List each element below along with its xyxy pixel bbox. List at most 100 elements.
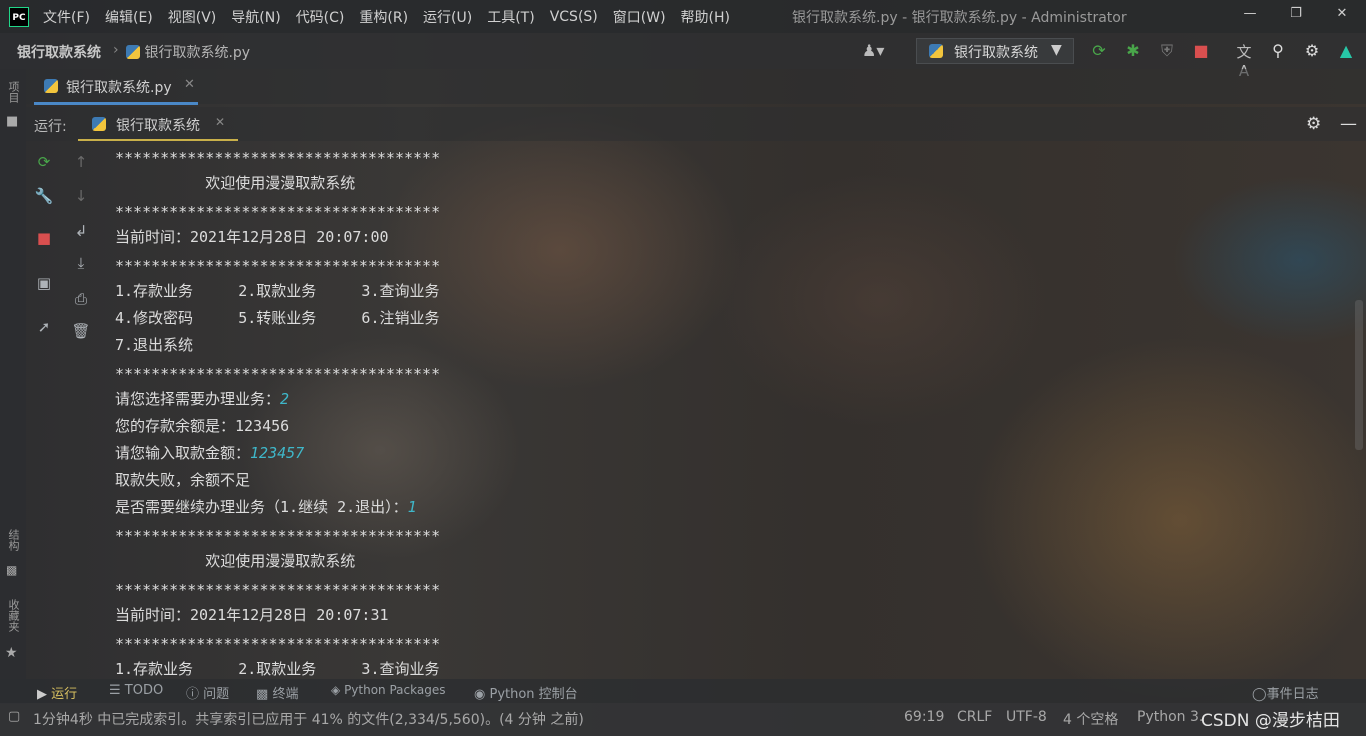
close-window-button[interactable]: ✕ bbox=[1319, 6, 1365, 21]
print-icon[interactable]: ⎙ bbox=[70, 288, 92, 310]
console-line: 欢迎使用漫漫取款系统 bbox=[115, 552, 356, 570]
chevron-down-icon: ▼ bbox=[1051, 42, 1062, 58]
console-output[interactable]: ************************************ 欢迎使… bbox=[115, 147, 1015, 677]
run-tab-label: 银行取款系统 bbox=[116, 118, 200, 134]
console-line: 是否需要继续办理业务（1.继续 2.退出）：1 bbox=[115, 496, 417, 518]
menu-refactor[interactable]: 重构(R) bbox=[359, 7, 408, 27]
menu-file[interactable]: 文件(F) bbox=[43, 7, 90, 27]
coverage-icon[interactable]: ⛨ bbox=[1156, 41, 1178, 61]
terminal-icon: ▩ bbox=[256, 687, 269, 702]
user-input: 123457 bbox=[250, 444, 305, 462]
run-settings-gear-icon[interactable]: ⚙ bbox=[1306, 114, 1321, 134]
status-position[interactable]: 69:19 bbox=[904, 709, 944, 725]
tool-window-run-label: 运行 bbox=[51, 687, 78, 702]
run-configuration-select[interactable]: 银行取款系统 ▼ bbox=[916, 38, 1074, 64]
python-console-icon: ◉ bbox=[474, 687, 486, 702]
event-log-icon: ◯ bbox=[1252, 687, 1267, 702]
title-bar: PC 文件(F) 编辑(E) 视图(V) 导航(N) 代码(C) 重构(R) 运… bbox=[0, 0, 1366, 33]
layout-icon[interactable]: ▣ bbox=[33, 272, 55, 294]
python-run-icon bbox=[92, 117, 106, 131]
prompt-text: 请您选择需要办理业务： bbox=[115, 390, 281, 408]
wrench-icon[interactable]: 🔧 bbox=[33, 185, 55, 207]
menu-tools[interactable]: 工具(T) bbox=[487, 7, 534, 27]
close-tab-icon[interactable]: ✕ bbox=[184, 77, 195, 92]
stop-icon[interactable]: ■ bbox=[33, 227, 55, 249]
close-run-tab-icon[interactable]: ✕ bbox=[215, 115, 225, 129]
console-line: 您的存款余额是：123456 bbox=[115, 417, 290, 435]
breadcrumb-file: 银行取款系统.py bbox=[144, 45, 251, 61]
sidebar-project-label[interactable]: 项目 bbox=[5, 81, 21, 103]
status-line-separator[interactable]: CRLF bbox=[957, 709, 992, 725]
prompt-text: 请您输入取款金额： bbox=[115, 444, 251, 462]
sidebar-structure-label[interactable]: 结构 bbox=[5, 529, 21, 551]
menu-code[interactable]: 代码(C) bbox=[296, 7, 345, 27]
status-message[interactable]: 1分钟4秒 中已完成索引。共享索引已应用于 41% 的文件(2,334/5,56… bbox=[33, 709, 584, 729]
breadcrumb-project[interactable]: 银行取款系统 bbox=[17, 42, 101, 62]
editor-tab-main-file[interactable]: 银行取款系统.py ✕ bbox=[34, 69, 198, 105]
prompt-text: 是否需要继续办理业务（1.继续 2.退出）： bbox=[115, 498, 408, 516]
menu-navigate[interactable]: 导航(N) bbox=[231, 7, 280, 27]
tool-window-python-console[interactable]: ◉ Python 控制台 bbox=[474, 683, 578, 702]
editor-tab-label: 银行取款系统.py bbox=[66, 80, 172, 96]
run-triangle-icon: ▶ bbox=[37, 687, 47, 702]
tool-window-events-label: 事件日志 bbox=[1266, 687, 1319, 702]
arrow-up-icon[interactable]: ↑ bbox=[70, 151, 92, 173]
console-line: ************************************ bbox=[115, 365, 441, 383]
console-line: 1.存款业务 2.取款业务 3.查询业务 bbox=[115, 660, 440, 677]
folder-icon[interactable]: ■ bbox=[6, 114, 18, 129]
menu-run[interactable]: 运行(U) bbox=[423, 7, 472, 27]
status-interpreter[interactable]: Python 3. bbox=[1137, 709, 1203, 725]
status-indent[interactable]: 4 个空格 bbox=[1063, 709, 1118, 729]
scroll-to-end-icon[interactable]: ⤓ bbox=[70, 252, 92, 274]
run-tab[interactable]: 银行取款系统 ✕ bbox=[78, 107, 238, 141]
structure-icon[interactable]: ▩ bbox=[6, 563, 17, 577]
user-input: 1 bbox=[407, 498, 417, 516]
console-scrollbar[interactable] bbox=[1355, 300, 1363, 450]
search-icon[interactable]: ⚲ bbox=[1267, 41, 1289, 60]
sidebar-favorites-label[interactable]: 收藏夹 bbox=[5, 599, 21, 632]
breadcrumb-file-item[interactable]: 银行取款系统.py bbox=[126, 42, 250, 62]
tool-window-terminal[interactable]: ▩ 终端 bbox=[256, 683, 298, 702]
tool-window-run[interactable]: ▶ 运行 bbox=[37, 683, 77, 702]
tool-window-packages[interactable]: ◈ Python Packages bbox=[331, 683, 445, 697]
menu-vcs[interactable]: VCS(S) bbox=[550, 9, 598, 25]
app-logo: PC bbox=[9, 6, 29, 27]
status-encoding[interactable]: UTF-8 bbox=[1006, 709, 1047, 725]
arrow-down-icon[interactable]: ↓ bbox=[70, 185, 92, 207]
pin-icon[interactable]: ➚ bbox=[33, 316, 55, 338]
star-icon[interactable]: ★ bbox=[5, 645, 18, 661]
rerun-icon[interactable]: ⟳ bbox=[1088, 41, 1110, 60]
maximize-button[interactable]: ❐ bbox=[1273, 6, 1319, 21]
soft-wrap-icon[interactable]: ↲ bbox=[70, 220, 92, 242]
tool-window-todo[interactable]: ☰ TODO bbox=[109, 683, 163, 698]
gear-icon[interactable]: ⚙ bbox=[1301, 41, 1323, 60]
status-window-icon[interactable]: ▢ bbox=[8, 709, 20, 724]
tool-window-event-log[interactable]: ◯事件日志 bbox=[1252, 683, 1319, 702]
run-configuration-label: 银行取款系统 bbox=[954, 45, 1038, 61]
tool-window-terminal-label: 终端 bbox=[272, 687, 299, 702]
user-input: 2 bbox=[280, 390, 290, 408]
console-line: 1.存款业务 2.取款业务 3.查询业务 bbox=[115, 282, 440, 300]
python-file-icon bbox=[126, 45, 140, 59]
run-label: 运行: bbox=[34, 119, 67, 135]
menu-window[interactable]: 窗口(W) bbox=[613, 7, 666, 27]
list-icon: ☰ bbox=[109, 683, 121, 698]
hide-panel-icon[interactable]: — bbox=[1340, 114, 1357, 134]
console-line: ************************************ bbox=[115, 635, 441, 653]
jetbrains-toolbox-icon[interactable]: ▲ bbox=[1335, 41, 1357, 60]
menu-edit[interactable]: 编辑(E) bbox=[105, 7, 153, 27]
trash-icon[interactable]: 🗑 bbox=[70, 320, 92, 342]
left-tool-stripe: 项目 ■ 结构 ▩ 收藏夹 ★ bbox=[0, 69, 26, 704]
tool-window-problems-label: 问题 bbox=[203, 687, 230, 702]
python-run-config-icon bbox=[929, 44, 943, 58]
console-line: ************************************ bbox=[115, 257, 441, 275]
stop-icon[interactable]: ■ bbox=[1190, 41, 1212, 60]
tool-window-problems[interactable]: ⓘ 问题 bbox=[186, 683, 229, 702]
user-icon[interactable]: ♟▾ bbox=[862, 41, 884, 60]
minimize-button[interactable]: — bbox=[1227, 6, 1273, 21]
rerun-icon[interactable]: ⟳ bbox=[33, 151, 55, 173]
debug-icon[interactable]: ✱ bbox=[1122, 41, 1144, 60]
menu-help[interactable]: 帮助(H) bbox=[681, 7, 730, 27]
menu-view[interactable]: 视图(V) bbox=[168, 7, 217, 27]
run-window-header: 运行: 银行取款系统 ✕ ⚙ — bbox=[26, 107, 1366, 141]
